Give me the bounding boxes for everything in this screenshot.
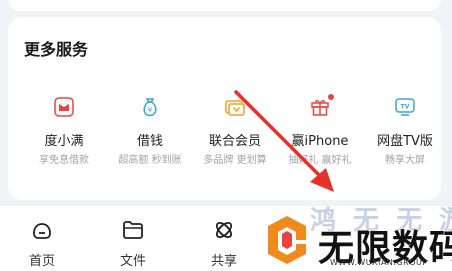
gift-icon xyxy=(311,94,334,116)
nav-item-share[interactable]: 共享 xyxy=(184,206,264,271)
service-item-netdisk-tv[interactable]: TV 网盘TV版 畅享大屏 xyxy=(362,96,448,172)
nav-label: 文件 xyxy=(119,254,146,269)
svg-text:¥: ¥ xyxy=(148,106,153,114)
money-bag-icon: ¥ xyxy=(143,98,157,117)
service-desc: 畅享大屏 xyxy=(385,155,425,166)
nav-item-home[interactable]: 首页 xyxy=(2,206,82,271)
folder-icon xyxy=(123,221,143,239)
nav-label: 共享 xyxy=(210,254,237,269)
share-icon xyxy=(215,221,233,239)
service-desc: 超高额 秒到账 xyxy=(118,155,182,166)
service-desc: 抽好礼 赢好礼 xyxy=(288,155,352,166)
nav-item-files[interactable]: 文件 xyxy=(93,206,173,271)
service-item-borrow[interactable]: ¥ 借钱 超高额 秒到账 xyxy=(107,96,193,172)
svg-text:TV: TV xyxy=(401,104,410,111)
service-item-duxiaoman[interactable]: 度小满 享免息借款 xyxy=(21,96,107,172)
more-services-title: 更多服务 xyxy=(24,40,89,59)
service-item-win-iphone[interactable]: 赢iPhone 抽好礼 赢好礼 xyxy=(277,94,363,172)
nav-label: 首页 xyxy=(28,254,55,269)
service-name: 网盘TV版 xyxy=(377,134,433,149)
service-item-joint-vip[interactable]: 联合会员 多品牌 更划算 xyxy=(192,96,278,172)
service-desc: 多品牌 更划算 xyxy=(203,155,267,166)
service-desc: 享免息借款 xyxy=(39,155,89,166)
service-name: 借钱 xyxy=(136,134,163,149)
service-name: 联合会员 xyxy=(208,134,261,149)
service-name: 度小满 xyxy=(44,134,84,149)
duxiaoman-icon xyxy=(54,97,74,117)
home-icon xyxy=(33,223,51,239)
vip-card-icon xyxy=(225,100,245,116)
watermark-url: WWW.WUXIAN.GROUP xyxy=(330,258,428,267)
service-name: 赢iPhone xyxy=(291,134,349,149)
watermark-logo-icon xyxy=(268,216,306,264)
top-card xyxy=(8,0,441,11)
tv-icon: TV xyxy=(395,98,415,116)
